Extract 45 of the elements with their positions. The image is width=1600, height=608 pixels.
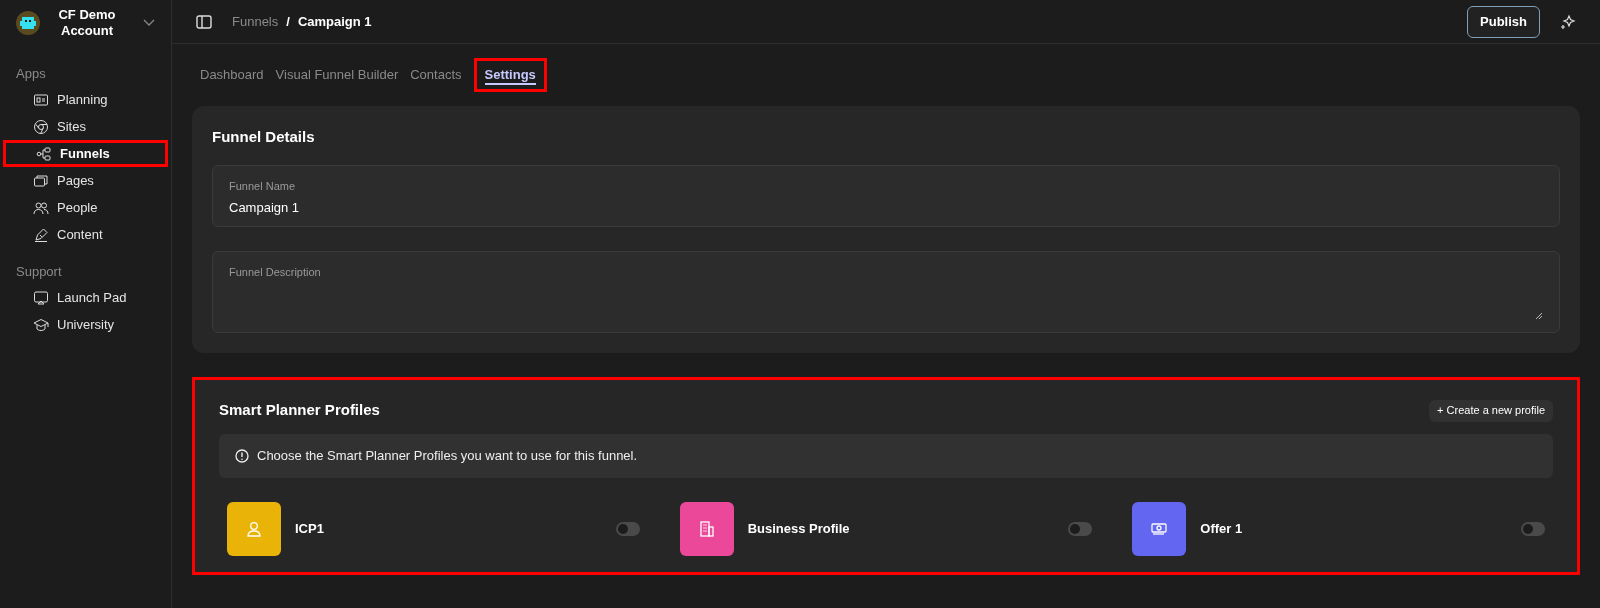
sparkle-icon[interactable] <box>1560 13 1576 30</box>
profile-name: Offer 1 <box>1200 519 1243 538</box>
pages-icon <box>33 172 49 189</box>
profile-name: ICP1 <box>295 519 324 538</box>
funnel-name-field[interactable]: Funnel Name Campaign 1 <box>212 164 1560 227</box>
sidebar-item[interactable]: Planning <box>3 86 168 113</box>
tab[interactable]: Settings <box>473 58 547 92</box>
globe-icon <box>33 118 49 135</box>
flow-icon <box>36 145 52 162</box>
info-icon <box>235 448 249 463</box>
sidebar-item[interactable]: Launch Pad <box>3 284 168 311</box>
section-heading: Apps <box>15 65 47 84</box>
create-profile-button[interactable]: + Create a new profile <box>1429 399 1553 422</box>
sidebar-item[interactable]: Pages <box>3 167 168 194</box>
tab[interactable]: Dashboard <box>200 65 264 85</box>
funnel-description-field[interactable]: Funnel Description <box>212 250 1560 333</box>
toggle-switch[interactable] <box>1068 521 1093 536</box>
info-text: Choose the Smart Planner Profiles you want to use for this funnel. <box>257 446 638 465</box>
sidebar-item[interactable]: People <box>3 194 168 221</box>
sidebar-toggle-icon[interactable] <box>196 14 212 29</box>
breadcrumb-separator: / <box>286 12 290 31</box>
screen-icon <box>33 289 49 306</box>
avatar-icon <box>16 11 40 35</box>
people-icon <box>33 199 49 216</box>
breadcrumb-link[interactable]: Funnels <box>232 11 279 32</box>
pen-icon <box>33 226 49 243</box>
account-name[interactable]: CF Demo Account <box>52 6 122 40</box>
calendar-icon <box>33 91 49 108</box>
toggle-switch[interactable] <box>615 521 640 536</box>
section-heading: Support <box>15 263 63 282</box>
toggle-switch[interactable] <box>1521 521 1545 536</box>
card-title: Smart Planner Profiles <box>219 400 380 421</box>
chevron-down-icon[interactable] <box>143 19 155 27</box>
sidebar-item[interactable]: Sites <box>3 113 168 140</box>
tab[interactable]: Contacts <box>410 65 462 85</box>
resize-handle-icon[interactable] <box>1535 311 1543 320</box>
publish-button[interactable]: Publish <box>1467 5 1540 38</box>
profile-name: Business Profile <box>747 519 850 538</box>
card-title: Funnel Details <box>212 127 316 147</box>
breadcrumb-current: Campaign 1 <box>297 12 372 31</box>
sidebar-item[interactable]: University <box>3 311 168 338</box>
graduation-cap-icon <box>33 316 49 333</box>
tab[interactable]: Visual Funnel Builder <box>275 65 399 85</box>
sidebar-item[interactable]: Content <box>3 221 168 248</box>
sidebar-item[interactable]: Funnels <box>3 140 168 167</box>
